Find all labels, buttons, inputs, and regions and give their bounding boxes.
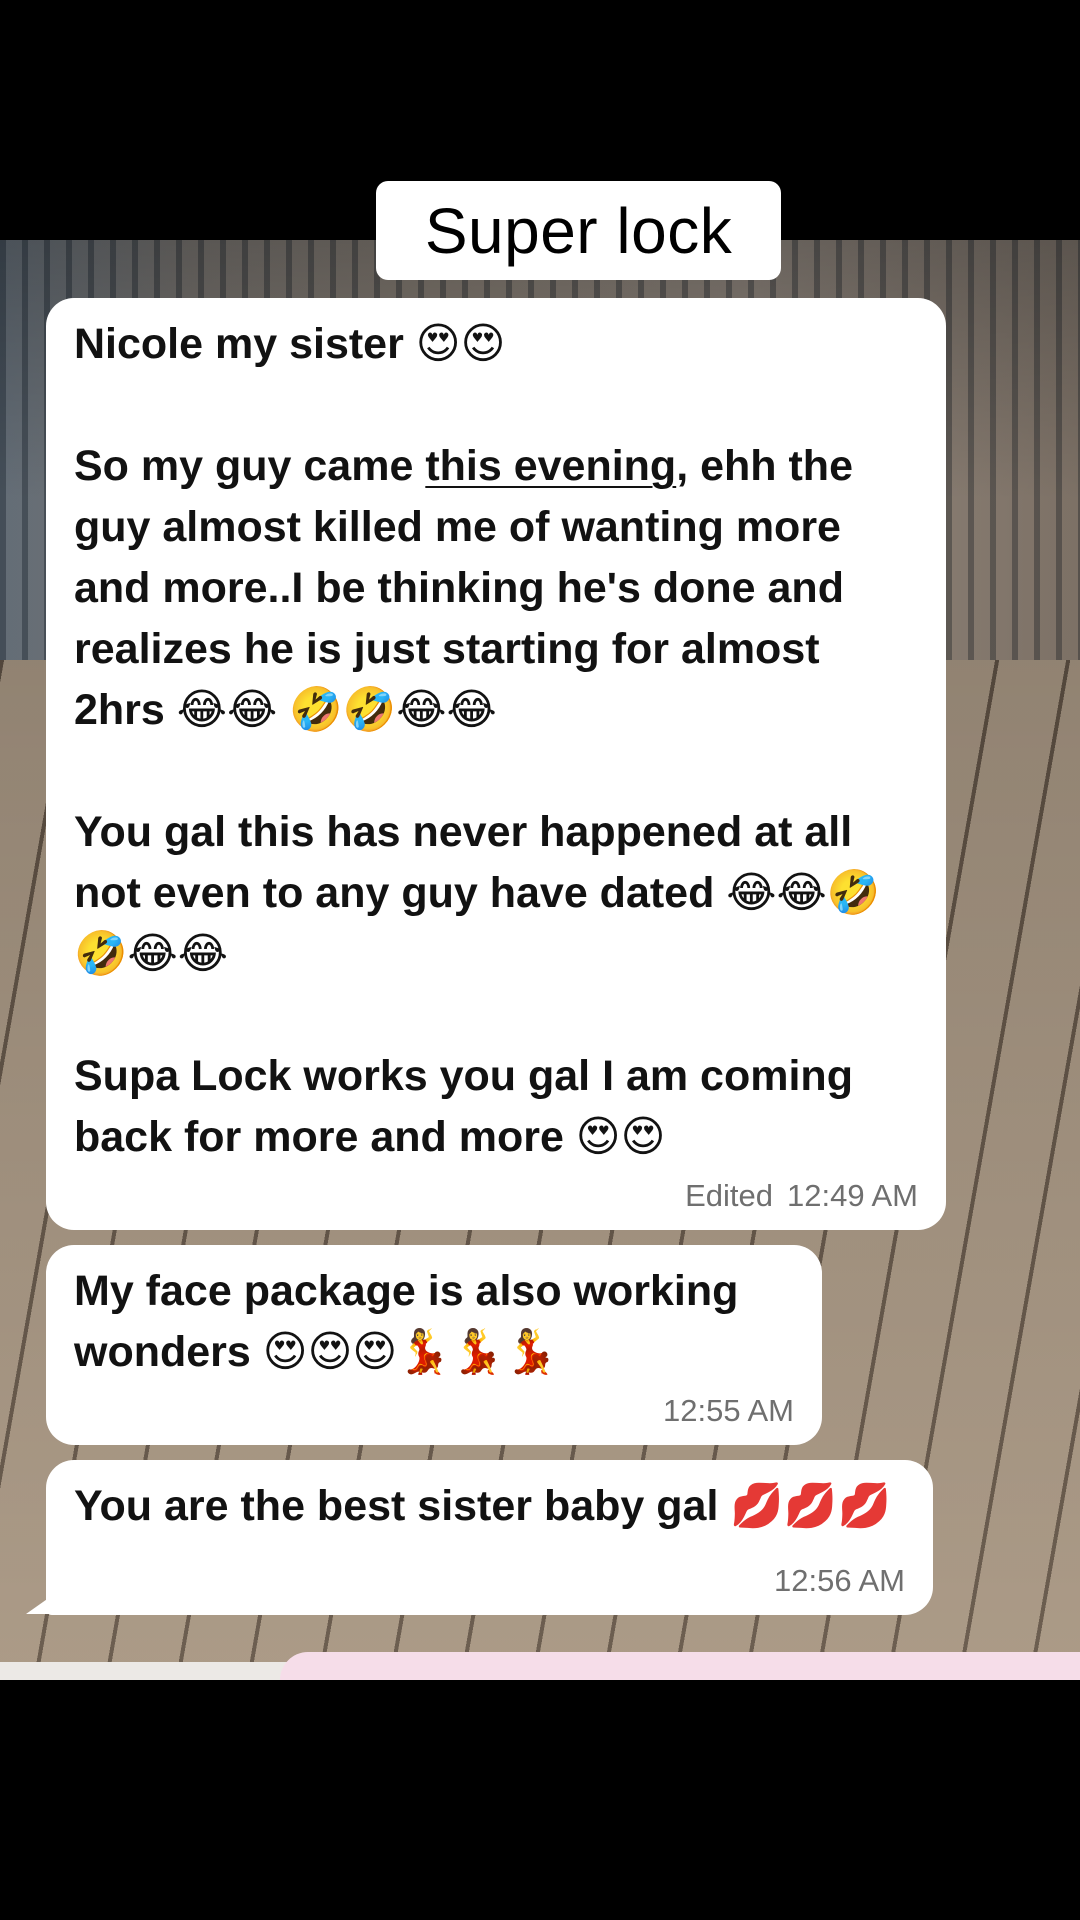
message-text-line: Nicole my sister 😍😍 xyxy=(74,320,506,368)
message-meta: 12:55 AM xyxy=(663,1393,794,1429)
message-text-span: So my guy came xyxy=(74,442,426,490)
message-time: 12:49 AM xyxy=(787,1178,918,1213)
message-bubble[interactable]: My face package is also working wonders … xyxy=(46,1245,822,1445)
message-meta: 12:56 AM xyxy=(774,1563,905,1599)
message-text-paragraph: Supa Lock works you gal I am coming back… xyxy=(74,1052,853,1161)
caption-box: Super lock xyxy=(376,181,781,280)
message-link[interactable]: this evening xyxy=(425,442,676,490)
message-bubble[interactable]: You are the best sister baby gal 💋💋💋 12:… xyxy=(46,1460,933,1615)
message-text-paragraph: My face package is also working wonders … xyxy=(74,1267,739,1376)
caption-title: Super lock xyxy=(424,194,733,267)
message-text-paragraph: You are the best sister baby gal 💋💋💋 xyxy=(74,1482,891,1530)
message-time: 12:56 AM xyxy=(774,1563,905,1598)
message-text-paragraph: You gal this has never happened at all n… xyxy=(74,808,881,978)
message-meta: Edited 12:49 AM xyxy=(685,1178,918,1214)
message-text-paragraph: So my guy came this evening, ehh the guy… xyxy=(74,436,918,741)
message-bubble[interactable]: Nicole my sister 😍😍 So my guy came this … xyxy=(46,298,946,1230)
edited-label: Edited xyxy=(685,1178,774,1213)
input-strip xyxy=(280,1652,1080,1680)
message-time: 12:55 AM xyxy=(663,1393,794,1428)
bubble-tail xyxy=(26,1590,60,1614)
